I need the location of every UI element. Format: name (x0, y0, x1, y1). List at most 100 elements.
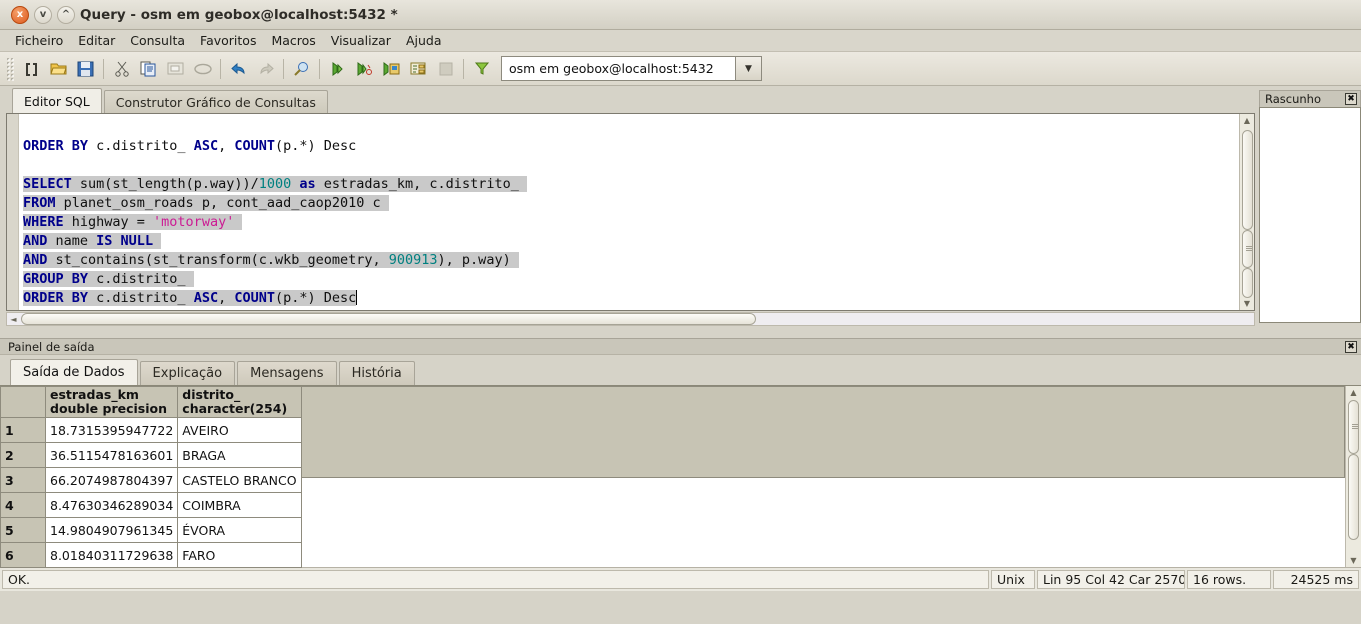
scroll-down-icon[interactable]: ▼ (1244, 298, 1250, 309)
cell-distrito[interactable]: BRAGA (177, 442, 302, 468)
menu-item-consulta[interactable]: Consulta (123, 31, 192, 50)
row-number[interactable]: 5 (0, 517, 46, 543)
tab-explicacao[interactable]: Explicação (139, 361, 236, 385)
tab-historia[interactable]: História (338, 361, 415, 385)
editor-horizontal-scrollbar[interactable]: ◄ (6, 311, 1255, 327)
cell-estradas-km[interactable]: 14.9804907961345 (44, 517, 179, 543)
status-row-count: 16 rows. (1187, 570, 1271, 589)
menu-item-favoritos[interactable]: Favoritos (193, 31, 263, 50)
scroll-up-icon[interactable]: ▲ (1244, 115, 1250, 126)
save-file-icon[interactable] (72, 56, 99, 82)
results-table[interactable]: estradas_km double precision distrito_ c… (0, 386, 302, 568)
menu-item-visualizar[interactable]: Visualizar (324, 31, 398, 50)
results-grid[interactable]: estradas_km double precision distrito_ c… (0, 385, 1361, 568)
tab-saida-de-dados[interactable]: Saída de Dados (10, 359, 138, 385)
scroll-up-icon[interactable]: ▲ (1350, 387, 1356, 398)
results-scroll-thumb-lower[interactable] (1348, 454, 1359, 540)
menu-item-ficheiro[interactable]: Ficheiro (8, 31, 70, 50)
row-number[interactable]: 4 (0, 492, 46, 518)
close-icon[interactable]: ✖ (1345, 93, 1357, 105)
column-name: estradas_km (50, 387, 139, 402)
results-scroll-track[interactable] (1347, 398, 1360, 555)
editor-scroll-track[interactable] (1241, 126, 1254, 298)
status-line-ending: Unix (991, 570, 1035, 589)
window-close-button[interactable]: x (11, 5, 29, 24)
query-filter-icon[interactable] (468, 56, 495, 82)
scratchpad-header: Rascunho ✖ (1259, 90, 1361, 107)
cell-distrito[interactable]: AVEIRO (177, 417, 302, 443)
cell-estradas-km[interactable]: 36.5115478163601 (44, 442, 179, 468)
editor-hscroll-thumb[interactable] (21, 313, 756, 325)
window-minimize-button[interactable]: v (34, 5, 52, 24)
cell-estradas-km[interactable]: 8.47630346289034 (44, 492, 179, 518)
explain-query-icon[interactable] (405, 56, 432, 82)
menu-item-editar[interactable]: Editar (71, 31, 122, 50)
copy-icon[interactable] (135, 56, 162, 82)
menu-item-ajuda[interactable]: Ajuda (399, 31, 449, 50)
execute-to-file-icon[interactable] (378, 56, 405, 82)
tab-construtor-grafico[interactable]: Construtor Gráfico de Consultas (103, 90, 328, 114)
editor-scroll-thumb[interactable] (1241, 230, 1253, 268)
column-header-distrito[interactable]: distrito_ character(254) (177, 386, 302, 418)
undo-icon[interactable] (225, 56, 252, 82)
row-number[interactable]: 2 (0, 442, 46, 468)
output-panel: Painel de saída ✖ Saída de Dados Explica… (0, 338, 1361, 568)
paste-icon[interactable] (162, 56, 189, 82)
row-number[interactable]: 6 (0, 542, 46, 568)
redo-icon[interactable] (252, 56, 279, 82)
row-number[interactable]: 3 (0, 467, 46, 493)
editor-vertical-scrollbar[interactable]: ▲ ▼ (1239, 114, 1254, 310)
corner-header (0, 386, 46, 418)
tab-editor-sql[interactable]: Editor SQL (12, 88, 102, 114)
row-number[interactable]: 1 (0, 417, 46, 443)
scroll-down-icon[interactable]: ▼ (1350, 555, 1356, 566)
table-row[interactable]: 4 8.47630346289034 COIMBRA (0, 492, 302, 518)
find-replace-icon[interactable] (288, 56, 315, 82)
table-row[interactable]: 1 18.7315395947722 AVEIRO (0, 417, 302, 443)
toolbar-drag-handle[interactable] (6, 56, 14, 81)
table-row[interactable]: 2 36.5115478163601 BRAGA (0, 442, 302, 468)
results-scroll-thumb[interactable] (1348, 400, 1359, 454)
editor-hscroll-track[interactable]: ◄ (6, 312, 1255, 326)
connection-combobox[interactable]: osm em geobox@localhost:5432 ▼ (501, 56, 762, 81)
window-title: Query - osm em geobox@localhost:5432 * (80, 6, 398, 23)
editor-scroll-thumb-lower[interactable] (1241, 268, 1253, 298)
connection-combobox-value[interactable]: osm em geobox@localhost:5432 (501, 56, 736, 81)
scratchpad-textarea[interactable] (1259, 107, 1361, 323)
column-header-estradas-km[interactable]: estradas_km double precision (44, 386, 179, 418)
results-vertical-scrollbar[interactable]: ▲ ▼ (1345, 386, 1361, 567)
sql-editor[interactable]: ORDER BY c.distrito_ ASC, COUNT(p.*) Des… (6, 113, 1255, 311)
clear-window-icon[interactable] (189, 56, 216, 82)
output-panel-header: Painel de saída ✖ (0, 338, 1361, 355)
menu-item-macros[interactable]: Macros (264, 31, 322, 50)
sql-line-6: GROUP BY c.distrito_ (23, 271, 194, 287)
window-maximize-button[interactable]: ^ (57, 5, 75, 24)
execute-pgscript-icon[interactable] (351, 56, 378, 82)
tab-mensagens[interactable]: Mensagens (237, 361, 337, 385)
table-row[interactable]: 3 66.2074987804397 CASTELO BRANCO (0, 467, 302, 493)
cell-estradas-km[interactable]: 18.7315395947722 (44, 417, 179, 443)
menu-bar: Ficheiro Editar Consulta Favoritos Macro… (0, 30, 1361, 52)
chevron-down-icon[interactable]: ▼ (735, 56, 762, 81)
scroll-left-icon[interactable]: ◄ (7, 315, 20, 324)
cell-distrito[interactable]: FARO (177, 542, 302, 568)
cut-icon[interactable] (108, 56, 135, 82)
stop-icon (432, 56, 459, 82)
sql-editor-text[interactable]: ORDER BY c.distrito_ ASC, COUNT(p.*) Des… (19, 114, 1239, 310)
cell-distrito[interactable]: ÉVORA (177, 517, 302, 543)
cell-distrito[interactable]: CASTELO BRANCO (177, 467, 302, 493)
grid-empty-area (301, 386, 1345, 567)
scratchpad-panel: Rascunho ✖ (1259, 86, 1361, 338)
close-icon[interactable]: ✖ (1345, 340, 1357, 353)
table-row[interactable]: 5 14.9804907961345 ÉVORA (0, 517, 302, 543)
open-file-icon[interactable] (45, 56, 72, 82)
cell-estradas-km[interactable]: 8.01840311729638 (44, 542, 179, 568)
new-query-icon[interactable] (18, 56, 45, 82)
execute-query-icon[interactable] (324, 56, 351, 82)
output-tabbar: Saída de Dados Explicação Mensagens Hist… (0, 355, 1361, 385)
cell-estradas-km[interactable]: 66.2074987804397 (44, 467, 179, 493)
main-split: Editor SQL Construtor Gráfico de Consult… (0, 86, 1361, 338)
editor-scroll-thumb-upper[interactable] (1241, 130, 1253, 230)
cell-distrito[interactable]: COIMBRA (177, 492, 302, 518)
table-row[interactable]: 6 8.01840311729638 FARO (0, 542, 302, 568)
